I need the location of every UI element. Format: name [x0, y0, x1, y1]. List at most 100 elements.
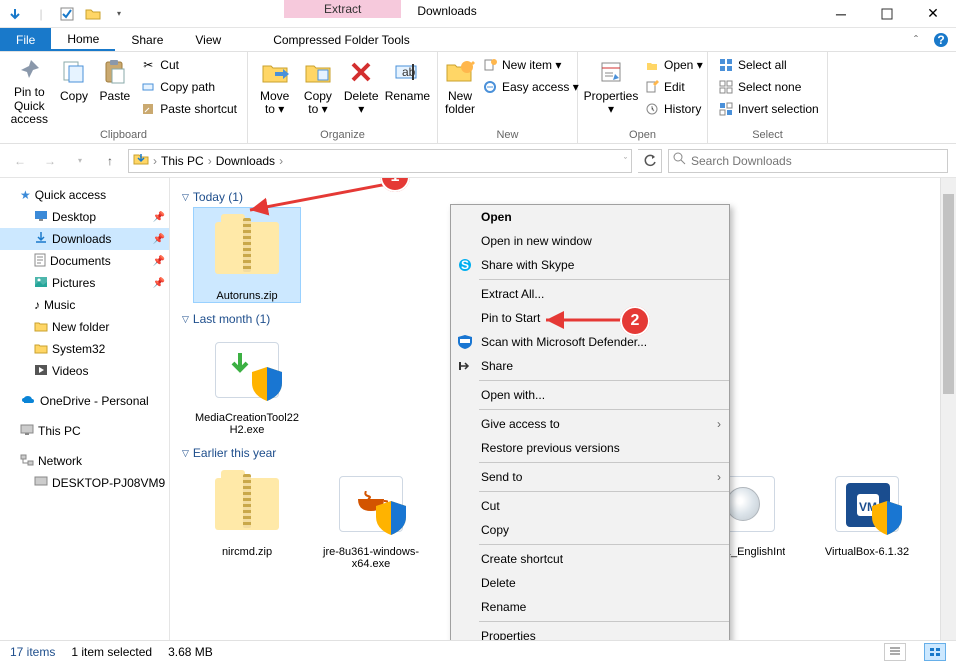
invert-selection-button[interactable]: Invert selection	[714, 98, 823, 120]
maximize-button[interactable]	[864, 0, 910, 27]
file-list-pane[interactable]: ▽Today (1) Autoruns.zip ▽Last month (1) …	[170, 178, 940, 640]
tab-view[interactable]: View	[179, 28, 237, 51]
open-button[interactable]: Open ▾	[640, 54, 707, 76]
context-menu-item[interactable]: Delete	[451, 571, 729, 595]
context-menu-item[interactable]: SShare with Skype	[451, 253, 729, 277]
context-menu-label: Properties	[481, 629, 536, 640]
tree-downloads[interactable]: Downloads📌	[0, 228, 169, 250]
ribbon-collapse-button[interactable]: ˆ	[906, 28, 926, 51]
tab-home[interactable]: Home	[51, 28, 115, 51]
edit-button[interactable]: Edit	[640, 76, 707, 98]
tree-this-pc[interactable]: This PC	[0, 420, 169, 442]
context-menu-item[interactable]: Open in new window	[451, 229, 729, 253]
tree-videos[interactable]: Videos	[0, 360, 169, 382]
tree-network[interactable]: Network	[0, 450, 169, 472]
context-menu-item[interactable]: Properties	[451, 624, 729, 640]
context-menu-item[interactable]: Share	[451, 354, 729, 378]
properties-icon	[595, 56, 627, 88]
refresh-button[interactable]	[638, 149, 662, 173]
search-box[interactable]	[668, 149, 948, 173]
context-menu[interactable]: Open Open in new windowSShare with Skype E…	[450, 204, 730, 640]
chevron-right-icon[interactable]: ›	[208, 154, 212, 168]
context-menu-item[interactable]: Pin to Start	[451, 306, 729, 330]
chevron-right-icon[interactable]: ›	[153, 154, 157, 168]
file-tab[interactable]: File	[0, 28, 51, 51]
copy-button[interactable]: Copy	[55, 54, 94, 126]
context-menu-item[interactable]: Create shortcut	[451, 547, 729, 571]
context-menu-item[interactable]: Cut	[451, 494, 729, 518]
nav-up-button[interactable]: ↑	[98, 149, 122, 173]
vertical-scrollbar[interactable]	[940, 178, 956, 640]
tree-desktop[interactable]: Desktop📌	[0, 206, 169, 228]
tree-documents[interactable]: Documents📌	[0, 250, 169, 272]
context-menu-item[interactable]: Open	[451, 205, 729, 229]
context-menu-item[interactable]: Restore previous versions	[451, 436, 729, 460]
context-menu-label: Scan with Microsoft Defender...	[481, 335, 647, 349]
move-to-button[interactable]: Move to ▾	[254, 54, 295, 126]
new-item-button[interactable]: New item ▾	[478, 54, 583, 76]
tree-system32[interactable]: System32	[0, 338, 169, 360]
breadcrumb-this-pc[interactable]: This PC	[161, 154, 204, 168]
file-item[interactable]: nircmd.zip	[194, 464, 300, 570]
new-folder-label: New folder	[444, 90, 476, 116]
context-menu-label: Open	[481, 210, 512, 224]
tab-share[interactable]: Share	[115, 28, 179, 51]
context-menu-item[interactable]: Rename	[451, 595, 729, 619]
qat-dropdown-icon[interactable]: ▾	[108, 3, 130, 25]
chevron-right-icon[interactable]: ›	[279, 154, 283, 168]
tree-pictures[interactable]: Pictures📌	[0, 272, 169, 294]
copy-path-button[interactable]: Copy path	[136, 76, 241, 98]
tree-desktop-pc[interactable]: DESKTOP-PJ08VM9	[0, 472, 169, 494]
context-menu-item[interactable]: Open with...	[451, 383, 729, 407]
tab-compressed-tools[interactable]: Compressed Folder Tools	[257, 28, 426, 51]
paste-button[interactable]: Paste	[95, 54, 134, 126]
scrollbar-thumb[interactable]	[943, 194, 954, 394]
select-all-button[interactable]: Select all	[714, 54, 823, 76]
tree-onedrive[interactable]: OneDrive - Personal	[0, 390, 169, 412]
close-button[interactable]: ✕	[910, 0, 956, 27]
tree-quick-access[interactable]: ★Quick access	[0, 184, 169, 206]
delete-button[interactable]: Delete ▾	[341, 54, 382, 126]
context-menu-item[interactable]: Give access to›	[451, 412, 729, 436]
file-item[interactable]: VMVirtualBox-6.1.32	[814, 464, 920, 570]
context-menu-item[interactable]: Send to›	[451, 465, 729, 489]
edit-icon	[644, 79, 660, 95]
group-header-today[interactable]: ▽Today (1)	[182, 190, 928, 204]
file-item[interactable]: Autoruns.zip	[194, 208, 300, 302]
context-menu-item[interactable]: Scan with Microsoft Defender...	[451, 330, 729, 354]
nav-forward-button[interactable]: →	[38, 149, 62, 173]
group-select-label: Select	[714, 128, 821, 143]
view-large-icons-button[interactable]	[924, 643, 946, 661]
file-thumb	[207, 330, 287, 410]
help-button[interactable]: ?	[926, 28, 956, 51]
address-bar[interactable]: › This PC › Downloads › ˇ	[128, 149, 632, 173]
properties-button[interactable]: Properties ▾	[584, 54, 638, 126]
search-input[interactable]	[691, 154, 943, 168]
nav-back-button[interactable]: ←	[8, 149, 32, 173]
new-folder-button[interactable]: New folder	[444, 54, 476, 126]
file-item[interactable]: jre-8u361-windows-x64.exe	[318, 464, 424, 570]
select-none-button[interactable]: Select none	[714, 76, 823, 98]
navigation-pane[interactable]: ★Quick access Desktop📌 Downloads📌 Docume…	[0, 178, 170, 640]
qat-folder-icon[interactable]	[82, 3, 104, 25]
address-dropdown-icon[interactable]: ˇ	[624, 156, 627, 166]
cut-button[interactable]: ✂Cut	[136, 54, 241, 76]
computer-icon	[34, 476, 48, 491]
paste-shortcut-button[interactable]: Paste shortcut	[136, 98, 241, 120]
copy-to-button[interactable]: Copy to ▾	[297, 54, 338, 126]
context-menu-item[interactable]: Copy	[451, 518, 729, 542]
context-menu-item[interactable]: Extract All...	[451, 282, 729, 306]
qat-down-arrow-icon[interactable]	[4, 3, 26, 25]
pin-to-quick-access-button[interactable]: Pin to Quick access	[6, 54, 53, 126]
breadcrumb-downloads[interactable]: Downloads	[216, 154, 275, 168]
minimize-button[interactable]: ─	[818, 0, 864, 27]
history-button[interactable]: History	[640, 98, 707, 120]
qat-checkbox-icon[interactable]	[56, 3, 78, 25]
tree-new-folder[interactable]: New folder	[0, 316, 169, 338]
rename-button[interactable]: abRename	[384, 54, 431, 126]
nav-recent-button[interactable]: ▾	[68, 149, 92, 173]
view-details-button[interactable]	[884, 643, 906, 661]
file-item[interactable]: MediaCreationTool22H2.exe	[194, 330, 300, 436]
easy-access-button[interactable]: Easy access ▾	[478, 76, 583, 98]
tree-music[interactable]: ♪Music	[0, 294, 169, 316]
